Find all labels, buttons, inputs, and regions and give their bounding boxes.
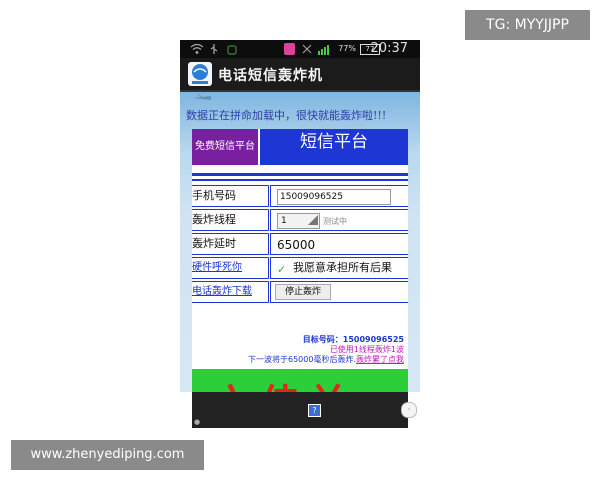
help-icon[interactable]: ? xyxy=(308,404,321,417)
cell-signal-icon xyxy=(318,45,329,55)
threads-row: 轰炸线程 1 测试中 xyxy=(192,209,408,231)
next-wave: 下一波将于65000毫秒后轰炸.轰炸累了点我 xyxy=(192,355,408,365)
tab-free-sms[interactable]: 免费短信平台 xyxy=(192,129,258,165)
platform-tabs: 免费短信平台 短信平台 xyxy=(192,129,408,165)
threads-label: 轰炸线程 xyxy=(192,209,269,231)
status-info: 目标号码：15009096525 已使用1线程轰炸1波 下一波将于65000毫秒… xyxy=(192,335,408,365)
stop-button[interactable]: 停止轰炸 xyxy=(275,284,331,300)
wifi-icon xyxy=(190,43,204,54)
app-bar: 电话短信轰炸机 xyxy=(180,58,420,92)
status-bar: 77% 77 20:37 xyxy=(180,40,420,58)
divider xyxy=(192,179,408,181)
delay-cell: 65000 xyxy=(270,233,408,255)
target-number: 目标号码：15009096525 xyxy=(302,335,404,344)
check-icon[interactable]: ✓ xyxy=(277,260,286,278)
app-logo-icon xyxy=(188,62,212,86)
stop-cell: 停止轰炸 xyxy=(270,281,408,303)
app-notification-icon xyxy=(284,43,295,55)
more-icon[interactable]: · xyxy=(401,402,417,418)
hardware-link[interactable]: 硬件呼死你 xyxy=(192,257,269,279)
phone-row: 手机号码 15009096525 xyxy=(192,185,408,207)
agree-label: 我愿意承担所有后果 xyxy=(293,261,392,274)
signal-alt-icon xyxy=(302,44,312,54)
threads-value: 1 xyxy=(281,216,287,226)
paw-icon: ● xyxy=(194,418,201,426)
watermark-top: TG: MYYJJPP xyxy=(465,10,590,40)
airplane-icon xyxy=(193,92,211,100)
bottom-bar: ? ● xyxy=(192,392,408,428)
agree-cell: ✓ 我愿意承担所有后果 xyxy=(270,257,408,279)
tired-link[interactable]: 轰炸累了点我 xyxy=(356,355,404,364)
battery-percent: 77% xyxy=(338,44,356,53)
phone-input[interactable]: 15009096525 xyxy=(277,189,391,205)
threads-cell: 1 测试中 xyxy=(270,209,408,231)
used-threads: 已使用1线程轰炸1波 xyxy=(329,345,404,354)
delay-label: 轰炸延时 xyxy=(192,233,269,255)
delay-row: 轰炸延时 65000 xyxy=(192,233,408,255)
download-link[interactable]: 电话轰炸下载 xyxy=(192,281,269,303)
delay-input[interactable]: 65000 xyxy=(277,235,315,254)
loading-text: 数据正在拼命加载中，很快就能轰炸啦!!! xyxy=(186,109,387,122)
next-wave-text: 下一波将于65000毫秒后轰炸. xyxy=(248,355,356,364)
app-title: 电话短信轰炸机 xyxy=(218,68,323,84)
threads-select[interactable]: 1 xyxy=(277,213,320,229)
divider xyxy=(192,173,408,176)
phone-label: 手机号码 xyxy=(192,185,269,207)
phone-screen: 77% 77 20:37 电话短信轰炸机 数据正在拼命加载中，很快就能轰炸啦!!… xyxy=(180,40,420,428)
hardware-row: 硬件呼死你 ✓ 我愿意承担所有后果 xyxy=(192,257,408,279)
download-row: 电话轰炸下载 停止轰炸 xyxy=(192,281,408,303)
clock: 20:37 xyxy=(370,41,408,56)
dropdown-arrow-icon xyxy=(308,215,318,225)
usb-icon xyxy=(210,44,218,54)
watermark-bottom: www.zhenyediping.com xyxy=(11,440,204,470)
testing-status: 测试中 xyxy=(323,217,347,226)
phone-cell: 15009096525 xyxy=(270,185,408,207)
android-icon xyxy=(227,45,237,55)
tab-sms-platform[interactable]: 短信平台 xyxy=(260,129,408,165)
form-frame: 免费短信平台 短信平台 手机号码 15009096525 轰炸线程 1 测试中 … xyxy=(192,129,408,428)
